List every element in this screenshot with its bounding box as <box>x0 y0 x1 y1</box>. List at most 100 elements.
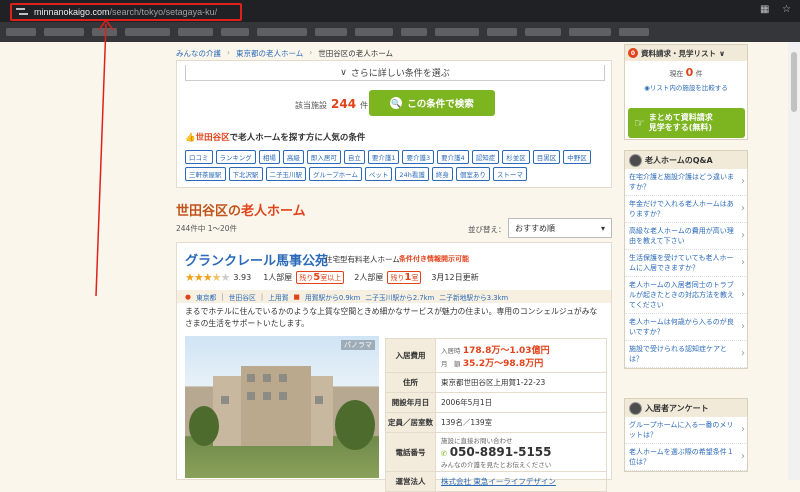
star-icon: ★ <box>185 271 195 284</box>
condition-tag[interactable]: ストーマ <box>492 167 527 181</box>
condition-tag[interactable]: 認知症 <box>471 150 500 164</box>
condition-tag[interactable]: ランキング <box>215 150 256 164</box>
condition-tag[interactable]: 自立 <box>343 150 365 164</box>
operator-link[interactable]: 株式会社 東急イーライフデザイン <box>441 477 556 486</box>
bookmark-item[interactable] <box>125 28 170 36</box>
bookmark-item[interactable] <box>525 28 561 36</box>
condition-tag[interactable]: 口コミ <box>185 150 213 164</box>
address-bar[interactable]: minnanokaigo.com/search/tokyo/setagaya-k… <box>10 3 242 21</box>
qr-code-icon[interactable]: ▦ <box>760 5 770 15</box>
bulk-request-button[interactable]: ☞ まとめて資料請求 見学をする(無料) <box>628 108 745 138</box>
capacity: 139名／139室 <box>435 412 607 433</box>
list-count-badge: 0 <box>628 48 638 58</box>
bookmark-item[interactable] <box>178 28 213 36</box>
qa-item-link[interactable]: 在宅介護と施設介護はどう違いますか？ <box>625 169 747 196</box>
rating-row: ★★★★★ 3.93 1人部屋 残り5室以上 2人部屋 残り1室 3月12日更新 <box>185 271 479 284</box>
survey-item-link[interactable]: 老人ホームを選ぶ際の希望条件１位は？ <box>625 444 747 471</box>
vacancy-suffix: 室以上 <box>320 274 342 282</box>
loc-pref[interactable]: 東京都 <box>196 292 216 302</box>
bookmark-item[interactable] <box>619 28 649 36</box>
bookmark-star-icon[interactable]: ☆ <box>782 5 792 15</box>
more-conditions-toggle[interactable]: ∨ さらに詳しい条件を選ぶ <box>185 65 605 81</box>
condition-tag[interactable]: 高級 <box>282 150 304 164</box>
condition-tag[interactable]: 24h看護 <box>395 167 429 181</box>
condition-tag[interactable]: 目黒区 <box>532 150 561 164</box>
qa-item-link[interactable]: 老人ホームの入居者同士のトラブルが起きたときの対応方法を教えてください <box>625 277 747 314</box>
condition-tag[interactable]: 二子玉川駅 <box>265 167 306 181</box>
station-3[interactable]: 二子新地駅から3.3km <box>439 292 508 302</box>
match-count-value: 244 <box>331 97 357 111</box>
condition-tag[interactable]: 中野区 <box>563 150 591 164</box>
condition-tag[interactable]: 個室あり <box>455 167 490 181</box>
condition-tag[interactable]: 相場 <box>258 150 280 164</box>
condition-tag[interactable]: 下北沢駅 <box>228 167 263 181</box>
breadcrumb-tokyo[interactable]: 東京都の老人ホーム <box>236 48 303 59</box>
bookmark-item[interactable] <box>92 28 117 36</box>
scrollbar-thumb[interactable] <box>791 52 797 112</box>
condition-tag[interactable]: 要介護1 <box>367 150 400 164</box>
breadcrumb-home[interactable]: みんなの介護 <box>176 48 221 59</box>
qa-item-link[interactable]: 施設で受けられる認知症ケアとは？ <box>625 341 747 368</box>
pointer-hand-icon: ☞ <box>634 116 645 130</box>
bookmark-item[interactable] <box>435 28 479 36</box>
survey-item-link[interactable]: グループホームに入る一番のメリットは？ <box>625 417 747 444</box>
loc-area[interactable]: 上用賀 <box>268 292 288 302</box>
facility-name-link[interactable]: グランクレール馬事公苑 <box>185 250 328 269</box>
bookmark-item[interactable] <box>569 28 611 36</box>
room1-label: 1人部屋 <box>263 273 293 282</box>
condition-tag[interactable]: 三軒茶屋駅 <box>185 167 226 181</box>
condition-tag[interactable]: 即入居可 <box>306 150 341 164</box>
bookmark-item[interactable] <box>355 28 393 36</box>
condition-tag[interactable]: グループホーム <box>309 167 362 181</box>
condition-tag[interactable]: 要介護3 <box>402 150 435 164</box>
search-button[interactable]: 🔍 この条件で検索 <box>369 90 495 116</box>
bookmark-item[interactable] <box>401 28 427 36</box>
capacity-label: 定員／居室数 <box>385 412 436 433</box>
results-title: 世田谷区の老人ホーム <box>176 200 306 219</box>
survey-header: 入居者アンケート <box>625 399 747 417</box>
station-1[interactable]: 用賀駅から0.9km <box>305 292 360 302</box>
phone-number[interactable]: 050-8891-5155 <box>450 445 552 459</box>
compare-link[interactable]: ◉リスト内の施設を比較する <box>625 82 747 92</box>
search-button-label: この条件で検索 <box>407 99 474 110</box>
address-label: 住所 <box>385 372 436 393</box>
avatar <box>629 153 642 167</box>
qa-item-link[interactable]: 年金だけで入れる老人ホームはありますか？ <box>625 196 747 223</box>
bookmark-item[interactable] <box>487 28 517 36</box>
sort-label: 並び替え： <box>468 225 506 234</box>
condition-tag[interactable]: 終身 <box>431 167 453 181</box>
bookmark-item[interactable] <box>221 28 249 36</box>
page-scrollbar[interactable] <box>788 42 800 480</box>
station-2[interactable]: 二子玉川駅から2.7km <box>365 292 434 302</box>
chevron-down-icon: ▾ <box>600 223 605 233</box>
breadcrumb-separator: › <box>309 48 313 57</box>
site-info-icon[interactable] <box>16 7 28 17</box>
condition-tag[interactable]: 杉並区 <box>502 150 530 164</box>
loc-ward[interactable]: 世田谷区 <box>229 292 256 302</box>
panorama-badge[interactable]: パノラマ <box>341 340 375 350</box>
bookmark-item[interactable] <box>257 28 307 36</box>
facility-photo[interactable]: パノラマ <box>185 336 379 478</box>
condition-tag[interactable]: ペット <box>364 167 393 181</box>
facility-card: グランクレール馬事公苑 住宅型有料老人ホーム 条件付き情報開示可能 ★★★★★ … <box>176 242 612 492</box>
qa-item-link[interactable]: 生活保護を受けていても老人ホームに入居できますか？ <box>625 250 747 277</box>
avatar <box>629 401 642 415</box>
sort-select[interactable]: おすすめ順 ▾ <box>508 218 612 238</box>
condition-tag[interactable]: 要介護4 <box>437 150 469 164</box>
thumbs-up-icon: 👍 <box>185 133 196 143</box>
vacancy-prefix: 残り <box>390 274 405 282</box>
url-text[interactable]: minnanokaigo.com/search/tokyo/setagaya-k… <box>34 7 217 17</box>
qa-item-link[interactable]: 高級な老人ホームの費用が高い理由を教えて下さい <box>625 223 747 250</box>
list-title: 資料請求・見学リスト <box>641 48 716 58</box>
bookmark-item[interactable] <box>6 28 36 36</box>
address: 東京都世田谷区上用賀1-22-23 <box>435 372 607 393</box>
request-list-header[interactable]: 0 資料請求・見学リスト ∨ <box>625 45 747 61</box>
room2-vacancy-badge: 残り1室 <box>387 271 422 284</box>
qa-item-link[interactable]: 老人ホームは何歳から入るのが良いですか？ <box>625 314 747 341</box>
list-current-count: 現在 0 件 <box>625 66 747 79</box>
bookmark-item[interactable] <box>315 28 347 36</box>
qa-list: 在宅介護と施設介護はどう違いますか？年金だけで入れる老人ホームはありますか？高級… <box>625 169 747 368</box>
match-count: 該当施設 244 件 <box>295 97 368 111</box>
bookmark-item[interactable] <box>44 28 84 36</box>
operator-label: 運営法人 <box>385 471 436 492</box>
